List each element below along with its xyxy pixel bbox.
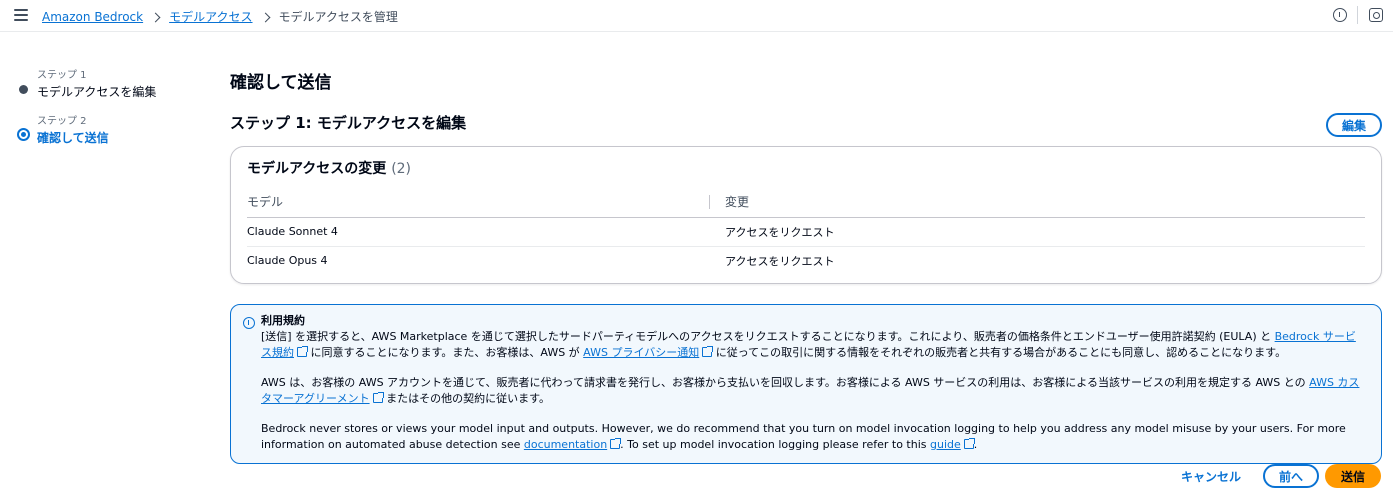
external-link-icon (963, 438, 975, 449)
text: . To set up model invocation logging ple… (620, 438, 930, 451)
chevron-right-icon (262, 11, 270, 23)
page-title: 確認して送信 (230, 73, 332, 93)
terms-paragraph-1: [送信] を選択すると、AWS Marketplace を通じて選択したサードパ… (261, 329, 1365, 361)
step-label[interactable]: モデルアクセスを編集 (37, 83, 207, 100)
menu-icon[interactable] (14, 9, 28, 21)
card-title: モデルアクセスの変更 (2) (247, 159, 1365, 179)
cell-model: Claude Opus 4 (247, 254, 328, 268)
step-label: 確認して送信 (37, 131, 109, 145)
guide-link[interactable]: guide (930, 438, 961, 451)
terms-paragraph-3: Bedrock never stores or views your model… (261, 421, 1365, 453)
card-title-text: モデルアクセスの変更 (247, 161, 387, 177)
breadcrumb: Amazon Bedrock モデルアクセス モデルアクセスを管理 (42, 8, 398, 25)
column-header-change: 変更 (709, 187, 1365, 218)
text: AWS は、お客様の AWS アカウントを通じて、販売者に代わって請求書を発行し… (261, 376, 1310, 389)
wizard-actions: キャンセル 前へ 送信 (1181, 464, 1381, 488)
step-current-icon (17, 128, 30, 141)
previous-button[interactable]: 前へ (1262, 464, 1319, 488)
cell-model: Claude Sonnet 4 (247, 217, 709, 247)
changes-table: モデル 変更 Claude Sonnet 4 アクセスをリクエスト Claude… (247, 187, 1365, 275)
breadcrumb-amazon-bedrock[interactable]: Amazon Bedrock (42, 10, 143, 24)
step-title: ステップ 1: モデルアクセスを編集 (230, 114, 467, 132)
table-row: Claude Sonnet 4 アクセスをリクエスト (247, 217, 1365, 247)
cancel-button[interactable]: キャンセル (1181, 468, 1241, 485)
model-access-changes-card: モデルアクセスの変更 (2) モデル 変更 Claude Sonnet 4 アク… (230, 146, 1382, 284)
step-1[interactable]: ステップ 1 モデルアクセスを編集 (17, 66, 207, 110)
breadcrumb-current: モデルアクセスを管理 (278, 10, 398, 24)
step-2: ステップ 2 確認して送信 (17, 112, 207, 156)
submit-button[interactable]: 送信 (1324, 464, 1381, 488)
settings-icon[interactable] (1369, 8, 1383, 22)
alert-title: 利用規約 (261, 314, 305, 327)
external-link-icon (372, 392, 384, 403)
text: [送信] を選択すると、AWS Marketplace を通じて選択したサードパ… (261, 330, 1275, 343)
step-number: ステップ 2 (37, 116, 87, 127)
column-header-model: モデル (247, 187, 709, 218)
edit-button[interactable]: 編集 (1325, 113, 1382, 137)
external-link-icon (610, 438, 622, 449)
aws-privacy-notice-link[interactable]: AWS プライバシー通知 (583, 346, 699, 359)
divider (1357, 6, 1358, 24)
main-content: 確認して送信 ステップ 1: モデルアクセスを編集 編集 モデルアクセスの変更 … (230, 70, 1382, 464)
step-number: ステップ 1 (37, 70, 87, 81)
breadcrumb-model-access[interactable]: モデルアクセス (169, 8, 252, 25)
card-count: (2) (391, 161, 412, 177)
terms-paragraph-2: AWS は、お客様の AWS アカウントを通じて、販売者に代わって請求書を発行し… (261, 375, 1365, 407)
step-dot-icon (19, 85, 28, 94)
wizard-steps: ステップ 1 モデルアクセスを編集 ステップ 2 確認して送信 (17, 64, 207, 156)
terms-alert: 利用規約 [送信] を選択すると、AWS Marketplace を通じて選択し… (230, 304, 1382, 464)
cell-change: アクセスをリクエスト (709, 217, 1365, 247)
text: またはその他の契約に従います。 (382, 392, 550, 405)
external-link-icon (702, 346, 714, 357)
cell-change: アクセスをリクエスト (725, 254, 835, 268)
text: に従ってこの取引に関する情報をそれぞれの販売者と共有する場合があることにも同意し… (712, 346, 1287, 359)
documentation-link[interactable]: documentation (524, 438, 607, 451)
info-icon[interactable] (1333, 8, 1347, 22)
top-bar: Amazon Bedrock モデルアクセス モデルアクセスを管理 (0, 0, 1393, 32)
info-icon (243, 317, 255, 329)
external-link-icon (297, 346, 308, 357)
table-row: Claude Opus 4 アクセスをリクエスト (247, 246, 1365, 275)
chevron-right-icon (152, 11, 160, 23)
step-header: ステップ 1: モデルアクセスを編集 編集 (230, 110, 1382, 138)
text: に同意することになります。また、お客様は、AWS が (307, 346, 584, 359)
